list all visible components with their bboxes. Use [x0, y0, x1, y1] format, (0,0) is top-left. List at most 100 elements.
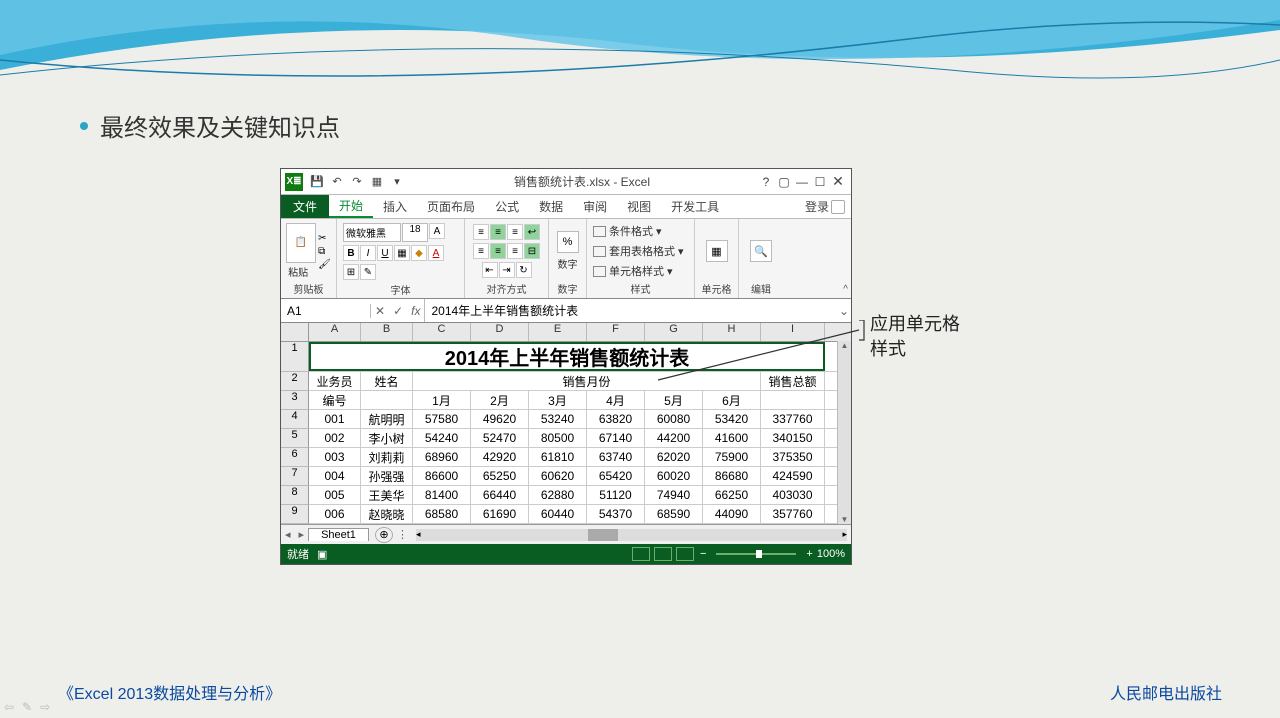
cell[interactable]: 68580	[413, 505, 471, 523]
cell[interactable]: 68590	[645, 505, 703, 523]
cell[interactable]: 62880	[529, 486, 587, 504]
help-icon[interactable]: ?	[757, 175, 775, 189]
cell[interactable]: 68960	[413, 448, 471, 466]
qat-more-icon[interactable]: ▦	[367, 175, 387, 188]
cell[interactable]: 57580	[413, 410, 471, 428]
cell[interactable]: 51120	[587, 486, 645, 504]
sheet-tab[interactable]: Sheet1	[308, 528, 369, 541]
cell[interactable]: 44090	[703, 505, 761, 523]
zoom-in-button[interactable]: +	[806, 548, 812, 560]
normal-view-button[interactable]	[632, 547, 650, 561]
cell[interactable]: 60020	[645, 467, 703, 485]
tab-page-layout[interactable]: 页面布局	[417, 195, 485, 218]
format-painter-icon[interactable]: 🖌	[318, 259, 331, 270]
row-header[interactable]: 6	[281, 448, 309, 467]
cell[interactable]: 52470	[471, 429, 529, 447]
row-header[interactable]: 2	[281, 372, 309, 391]
cell[interactable]: 业务员	[309, 372, 361, 390]
row-header[interactable]: 5	[281, 429, 309, 448]
col-header[interactable]: E	[529, 323, 587, 341]
col-header[interactable]: F	[587, 323, 645, 341]
cell[interactable]: 6月	[703, 391, 761, 409]
cell[interactable]: 357760	[761, 505, 825, 523]
cell[interactable]: 刘莉莉	[361, 448, 413, 466]
cell[interactable]: 403030	[761, 486, 825, 504]
cell[interactable]: 61690	[471, 505, 529, 523]
format-as-table-button[interactable]: 套用表格格式 ▾	[593, 243, 684, 259]
cell[interactable]: 航明明	[361, 410, 413, 428]
tab-view[interactable]: 视图	[617, 195, 661, 218]
increase-indent-icon[interactable]: ⇥	[499, 262, 515, 278]
col-header[interactable]: B	[361, 323, 413, 341]
page-break-view-button[interactable]	[676, 547, 694, 561]
phonetic-button[interactable]: ✎	[360, 264, 376, 280]
cell[interactable]: 63740	[587, 448, 645, 466]
grow-font-icon[interactable]: A	[429, 223, 445, 239]
expand-formula-bar-icon[interactable]: ⌄	[837, 304, 851, 318]
horizontal-scrollbar[interactable]: ◂▸	[416, 529, 847, 541]
cell[interactable]: 63820	[587, 410, 645, 428]
font-size-input[interactable]: 18	[402, 223, 428, 242]
copy-icon[interactable]: ⧉	[318, 246, 331, 257]
cell[interactable]: 60440	[529, 505, 587, 523]
nav-back-icon[interactable]: ⇦	[4, 700, 14, 714]
zoom-level[interactable]: 100%	[817, 548, 845, 560]
merge-center-icon[interactable]: ⊟	[524, 243, 540, 259]
cell[interactable]: 3月	[529, 391, 587, 409]
conditional-formatting-button[interactable]: 条件格式 ▾	[593, 223, 662, 239]
italic-button[interactable]: I	[360, 245, 376, 261]
cell[interactable]: 44200	[645, 429, 703, 447]
cell[interactable]: 66440	[471, 486, 529, 504]
vertical-scrollbar[interactable]	[837, 341, 851, 524]
cells-button[interactable]: ▦	[706, 240, 728, 262]
font-name-input[interactable]: 微软雅黑	[343, 223, 401, 242]
tab-split-icon[interactable]: ⋮	[393, 528, 412, 541]
cell[interactable]: 67140	[587, 429, 645, 447]
cell[interactable]: 孙强强	[361, 467, 413, 485]
sheet-title-cell[interactable]: 2014年上半年销售额统计表	[309, 342, 825, 371]
align-center-icon[interactable]: ≡	[490, 243, 506, 259]
nav-forward-icon[interactable]: ⇨	[40, 700, 50, 714]
cell[interactable]: 80500	[529, 429, 587, 447]
cell[interactable]: 2月	[471, 391, 529, 409]
minimize-button[interactable]: —	[793, 175, 811, 189]
ribbon-display-icon[interactable]: ▢	[775, 175, 793, 189]
cell[interactable]: 006	[309, 505, 361, 523]
maximize-button[interactable]: ☐	[811, 175, 829, 189]
align-right-icon[interactable]: ≡	[507, 243, 523, 259]
row-header[interactable]: 3	[281, 391, 309, 410]
cell[interactable]: 49620	[471, 410, 529, 428]
cell-styles-button[interactable]: 单元格样式 ▾	[593, 263, 673, 279]
cell[interactable]: 375350	[761, 448, 825, 466]
cell[interactable]: 66250	[703, 486, 761, 504]
close-button[interactable]: ✕	[829, 173, 847, 190]
border-button[interactable]: ▦	[394, 245, 410, 261]
fill-color-button[interactable]: ◆	[411, 245, 427, 261]
zoom-slider[interactable]	[716, 553, 796, 555]
cell[interactable]: 001	[309, 410, 361, 428]
cell[interactable]: 003	[309, 448, 361, 466]
tab-home[interactable]: 开始	[329, 195, 373, 218]
cell[interactable]: 54370	[587, 505, 645, 523]
page-layout-view-button[interactable]	[654, 547, 672, 561]
sheet-nav-next-icon[interactable]: ▸	[295, 528, 309, 541]
paste-button[interactable]: 📋	[286, 223, 316, 263]
cell[interactable]: 002	[309, 429, 361, 447]
cancel-formula-icon[interactable]: ✕	[375, 304, 385, 318]
cell[interactable]: 41600	[703, 429, 761, 447]
cell[interactable]: 424590	[761, 467, 825, 485]
align-left-icon[interactable]: ≡	[473, 243, 489, 259]
qat-redo-icon[interactable]: ↷	[347, 175, 367, 188]
cell[interactable]: 54240	[413, 429, 471, 447]
col-header[interactable]: D	[471, 323, 529, 341]
cell[interactable]: 销售总额	[761, 372, 825, 390]
qat-save-icon[interactable]: 💾	[307, 175, 327, 188]
col-header[interactable]: H	[703, 323, 761, 341]
nav-pen-icon[interactable]: ✎	[22, 700, 32, 714]
wrap-text-icon[interactable]: ↩	[524, 224, 540, 240]
enter-formula-icon[interactable]: ✓	[393, 304, 403, 318]
cell[interactable]: 赵晓晓	[361, 505, 413, 523]
cell[interactable]: 65250	[471, 467, 529, 485]
cell[interactable]: 1月	[413, 391, 471, 409]
row-header[interactable]: 9	[281, 505, 309, 524]
